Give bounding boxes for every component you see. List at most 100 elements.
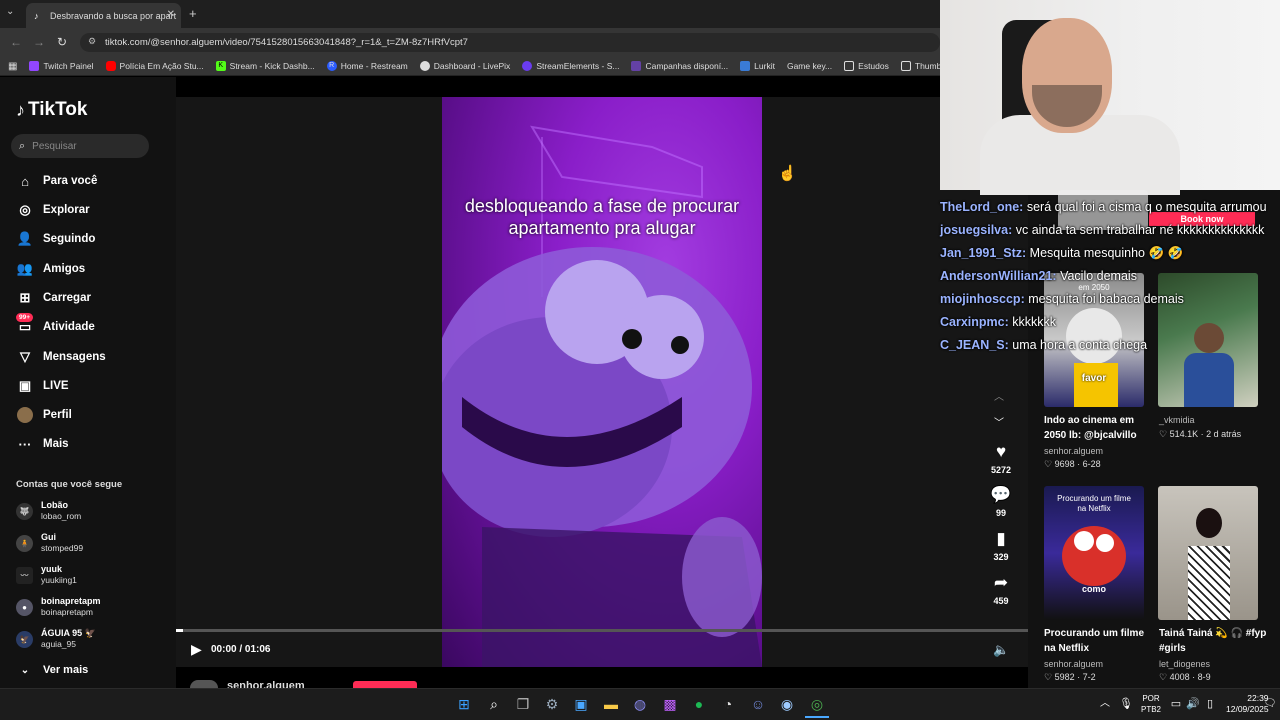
bookmark-livepix[interactable]: Dashboard - LivePix [419,61,510,71]
share-button[interactable]: ➦ 459 [986,573,1016,606]
progress-fill [176,629,183,632]
spotify-icon[interactable]: ● [689,694,709,714]
nav-mensagens[interactable]: ▽ Mensagens [16,347,106,367]
bookmark-streamelements[interactable]: StreamElements - S... [522,61,619,71]
forward-icon[interactable]: → [33,35,45,49]
close-tab-icon[interactable]: ✕ [167,9,175,20]
recommended-user-1[interactable]: senhor.alguem [1044,446,1103,456]
back-icon[interactable]: ← [10,35,22,49]
tiktok-logo[interactable]: ♪ TikTok [16,99,87,121]
recommended-user-3[interactable]: senhor.alguem [1044,659,1103,669]
language-indicator[interactable]: POR PTB2 [1141,693,1161,715]
see-more-button[interactable]: ⌄ Ver mais [16,660,88,680]
chat-message: AndersonWillian21: Vacilo demais [940,269,1137,283]
new-tab-icon[interactable]: + [189,6,197,21]
reload-icon[interactable]: ↻ [57,35,67,49]
app-icon[interactable]: ◍ [630,694,650,714]
profile-avatar [16,407,34,424]
recommended-thumb-4[interactable] [1158,486,1258,620]
nav-live[interactable]: ▣ LIVE [16,376,69,396]
chrome-icon[interactable]: ◎ [807,694,827,714]
bookmark-lurkit[interactable]: Lurkit [740,61,775,71]
webcam-overlay [940,0,1280,195]
bookmark-campanhas[interactable]: Campanhas disponí... [631,61,728,71]
nav-carregar[interactable]: ⊞ Carregar [16,288,91,308]
account-item[interactable]: ● boinapretapm boinapretapm [16,596,101,618]
nav-atividade[interactable]: ▭ 99+ Atividade [16,313,95,337]
search-input[interactable]: ⌕ Pesquisar [11,134,149,158]
search-icon[interactable]: ⌕ [484,694,504,714]
file-explorer-icon[interactable]: ▬ [601,694,621,714]
bookmark-gamekey[interactable]: Game key... [787,61,832,71]
bookmark-twitch[interactable]: Twitch Painel [29,61,94,71]
chat-message: Carxinpmc: kkkkkkk [940,315,1057,329]
screen: ⌄ ♪ Desbravando a busca por apart ✕ + ← … [0,0,1280,720]
chevron-down-icon: ⌄ [20,664,30,676]
recommended-title-4[interactable]: Tainá Tainá 💫 🎧 #fyp #girls [1159,626,1269,656]
account-item[interactable]: 🧍 Gui stomped99 [16,532,83,554]
settings-gear-icon[interactable]: ⚙ [542,694,562,714]
bookmark-kick[interactable]: K Stream - Kick Dashb... [215,61,315,71]
photos-app-icon[interactable]: ▣ [571,694,591,714]
recommended-title-3[interactable]: Procurando um filme na Netflix [1044,626,1154,656]
like-button[interactable]: ♥ 5272 [986,442,1016,475]
app-icon[interactable]: ◔ [718,694,738,714]
next-video-icon[interactable]: ﹀ [994,414,1004,429]
nav-amigos[interactable]: 👥 Amigos [16,259,85,279]
browser-tab[interactable]: ♪ Desbravando a busca por apart ✕ [26,3,181,28]
more-icon: ··· [18,436,32,452]
avatar: ● [16,598,33,616]
bookmark-restream[interactable]: R Home - Restream [326,61,408,71]
compass-icon: ◎ [19,202,31,217]
chat-message: miojinhosccp: mesquita foi babaca demais [940,292,1184,306]
url-bar[interactable]: ⚙ tiktok.com/@senhor.alguem/video/754152… [80,33,940,52]
steam-icon[interactable]: ◉ [777,694,797,714]
app-icon[interactable]: ▩ [660,694,680,714]
recommended-title-2[interactable]: _vkmidia [1159,413,1269,428]
campaign-icon [631,61,642,71]
account-item[interactable]: 🦅 ÁGUIA 95 🦅 aguia_95 [16,628,96,650]
notification-icon[interactable]: 🗨 [1262,694,1278,714]
comment-button[interactable]: 💬 99 [986,485,1016,518]
account-item[interactable]: 〰 yuuk yuukiing1 [16,564,77,586]
discord-icon[interactable]: ☺ [748,694,768,714]
bookmarks-bar: ▦ Twitch Painel Polícia Em Ação Stu... K… [0,57,940,76]
recommended-thumb-3[interactable]: Procurando um filme na Netflix como [1044,486,1144,620]
friends-icon: 👥 [16,261,34,276]
recommended-user-4[interactable]: let_diogenes [1159,659,1210,669]
share-icon: ➦ [993,573,1009,592]
nav-explorar[interactable]: ◎ Explorar [16,200,89,220]
nav-para-voce[interactable]: ⌂ Para você [16,171,97,191]
author-avatar[interactable] [190,680,218,688]
bookmark-policia[interactable]: Polícia Em Ação Stu... [105,61,204,71]
play-icon[interactable]: ▶ [191,641,202,658]
tab-search-icon[interactable]: ⌄ [6,6,14,17]
microphone-icon[interactable]: 🎙 [1116,694,1136,714]
video-time: 00:00 / 01:06 [211,644,271,655]
task-view-icon[interactable]: ❐ [513,694,533,714]
apps-icon[interactable]: ▦ [8,61,17,72]
recommended-stats-1: ♡ 9698 · 6-28 [1044,459,1101,469]
recommended-title-1[interactable]: Indo ao cinema em 2050 lb: @bjcalvillo [1044,413,1154,443]
previous-video-icon[interactable]: ︿ [994,388,1004,403]
video-progress-bar[interactable] [176,629,1028,632]
battery-icon[interactable]: ▯ [1200,694,1220,714]
nav-perfil[interactable]: Perfil [16,405,72,425]
save-button[interactable]: ▮ 329 [986,529,1016,562]
recommended-stats-2: ♡ 514.1K · 2 d atrás [1159,429,1242,439]
windows-start-icon[interactable]: ⊞ [454,694,474,714]
nav-seguindo[interactable]: 👤 Seguindo [16,229,95,249]
nav-mais[interactable]: ··· Mais [16,434,69,454]
bookmark-estudos[interactable]: Estudos [844,61,889,71]
activity-badge: 99+ [16,313,34,322]
chat-message: C_JEAN_S: uma hora a conta chega [940,338,1148,352]
chat-message: TheLord_one: será qual foi a cisma q o m… [940,200,1267,214]
account-item[interactable]: 🐺 Lobão lobao_rom [16,500,81,522]
tiktok-note-icon: ♪ [16,99,25,120]
volume-icon[interactable]: 🔈 [993,642,1009,658]
bookmark-thumbnails[interactable]: Thumbnails [900,61,940,71]
site-info-icon[interactable]: ⚙ [88,36,96,47]
chevron-up-icon[interactable]: ︿ [1095,694,1115,714]
video-frame[interactable] [432,97,762,667]
active-app-indicator [805,716,829,718]
